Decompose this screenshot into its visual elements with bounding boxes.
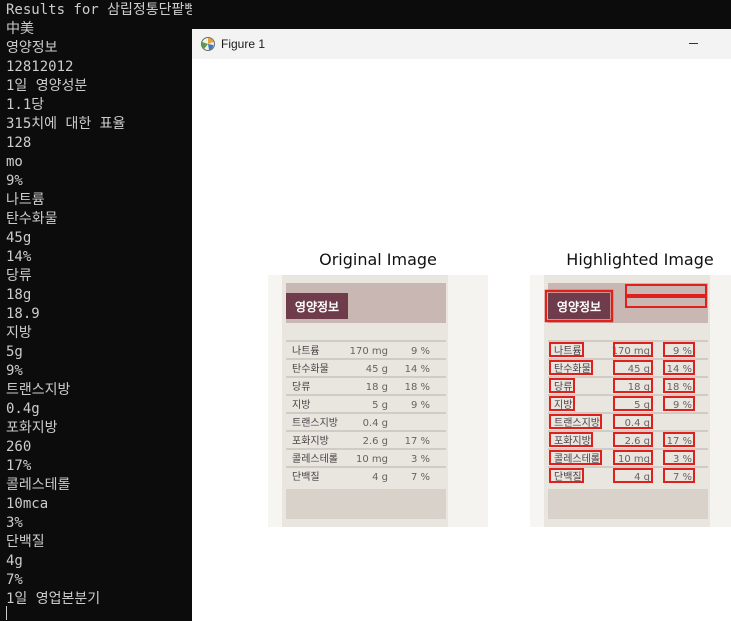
matplotlib-app-icon	[201, 37, 215, 51]
label-row-value: 5 g	[372, 400, 388, 411]
terminal-line: 포화지방	[6, 420, 58, 436]
terminal-pane[interactable]: Results for 삼립정통단팥빵.jpg: 中美 영양정보 12812012 1일…	[0, 0, 192, 621]
label-row-value: 18 g	[366, 382, 388, 393]
label-row-pct: 18 %	[405, 382, 430, 393]
label-footnote-band	[286, 489, 446, 519]
label-row-pct: 9 %	[411, 346, 430, 357]
terminal-line: 9%	[6, 363, 23, 379]
terminal-line: 1일 영양성분	[6, 78, 88, 94]
label-row-pct: 14 %	[405, 364, 430, 375]
label-row-name: 탄수화물	[292, 363, 329, 375]
terminal-line: mo	[6, 154, 23, 170]
terminal-line: 18.9	[6, 306, 40, 322]
label-header-text: 영양정보	[557, 299, 601, 314]
terminal-line: 콜레스테롤	[6, 477, 71, 493]
terminal-line: 1.1당	[6, 97, 45, 113]
label-row-value: 0.4 g	[363, 418, 388, 429]
terminal-cursor	[6, 606, 7, 620]
figure-window: Figure 1 Original Image Highlighted Imag…	[192, 29, 731, 621]
window-title: Figure 1	[221, 37, 266, 51]
label-footnote-band	[548, 489, 708, 519]
terminal-line: 中美	[6, 21, 34, 37]
label-row-name: 지방	[292, 399, 310, 411]
label-row-pct: 9 %	[411, 400, 430, 411]
terminal-line: 당류	[6, 268, 32, 284]
terminal-line: 3%	[6, 515, 23, 531]
terminal-line: 128	[6, 135, 32, 151]
terminal-line: 7%	[6, 572, 23, 588]
terminal-line: 4g	[6, 553, 23, 569]
label-row-name: 나트륨	[292, 345, 320, 357]
terminal-line: 9%	[6, 173, 23, 189]
label-row-value: 170 mg	[350, 346, 388, 357]
label-edge-left	[530, 275, 544, 527]
label-row-value: 2.6 g	[363, 436, 388, 447]
label-row-name: 콜레스테롤	[292, 453, 338, 465]
terminal-line: 1일 영업본분기	[6, 591, 101, 607]
label-edge-right	[710, 275, 731, 527]
label-row-pct: 7 %	[411, 472, 430, 483]
terminal-line: 트랜스지방	[6, 382, 71, 398]
terminal-line: 14%	[6, 249, 32, 265]
label-row-name: 당류	[292, 381, 310, 393]
terminal-line: 12812012	[6, 59, 74, 75]
terminal-line: 10mca	[6, 496, 49, 512]
label-header-text: 영양정보	[295, 299, 339, 314]
label-row-pct: 3 %	[411, 454, 430, 465]
terminal-line: 나트륨	[6, 192, 45, 208]
minimize-button[interactable]	[686, 37, 702, 51]
terminal-line: 단백질	[6, 534, 45, 550]
label-edge-left	[268, 275, 282, 527]
label-edge-right	[448, 275, 488, 527]
terminal-output: Results for 삼립정통단팥빵.jpg: 中美 영양정보 12812012 1일…	[6, 1, 192, 609]
panel-title-original: Original Image	[319, 250, 437, 269]
label-row-name: 단백질	[292, 471, 320, 483]
label-row-value: 10 mg	[356, 454, 388, 465]
label-row-value: 4 g	[372, 472, 388, 483]
terminal-line: 5g	[6, 344, 23, 360]
highlighted-image: 영양정보 나트륨 170 mg 9 % 탄수화물 45 g 14 % 당류 18 g 18 % 지방…	[530, 275, 731, 527]
terminal-line: 0.4g	[6, 401, 40, 417]
window-titlebar[interactable]: Figure 1	[192, 29, 731, 59]
label-row-name: 포화지방	[292, 435, 329, 447]
label-row-name: 트랜스지방	[292, 417, 338, 429]
terminal-line: 260	[6, 439, 32, 455]
terminal-line: 18g	[6, 287, 32, 303]
panel-title-highlighted: Highlighted Image	[566, 250, 714, 269]
original-image: 영양정보나트륨 170 mg 9 % 탄수화물 45 g 14 % 당류 18 g 18 % 지방…	[268, 275, 488, 527]
label-row-pct: 17 %	[405, 436, 430, 447]
terminal-line: 45g	[6, 230, 32, 246]
label-row-value: 45 g	[366, 364, 388, 375]
terminal-line: 315치에 대한 표율	[6, 116, 126, 132]
terminal-line: 지방	[6, 325, 32, 341]
terminal-line: 17%	[6, 458, 32, 474]
terminal-header-line: Results for 삼립정통단팥빵.jpg:	[6, 2, 192, 18]
terminal-line: 영양정보	[6, 40, 58, 56]
terminal-line: 탄수화물	[6, 211, 58, 227]
